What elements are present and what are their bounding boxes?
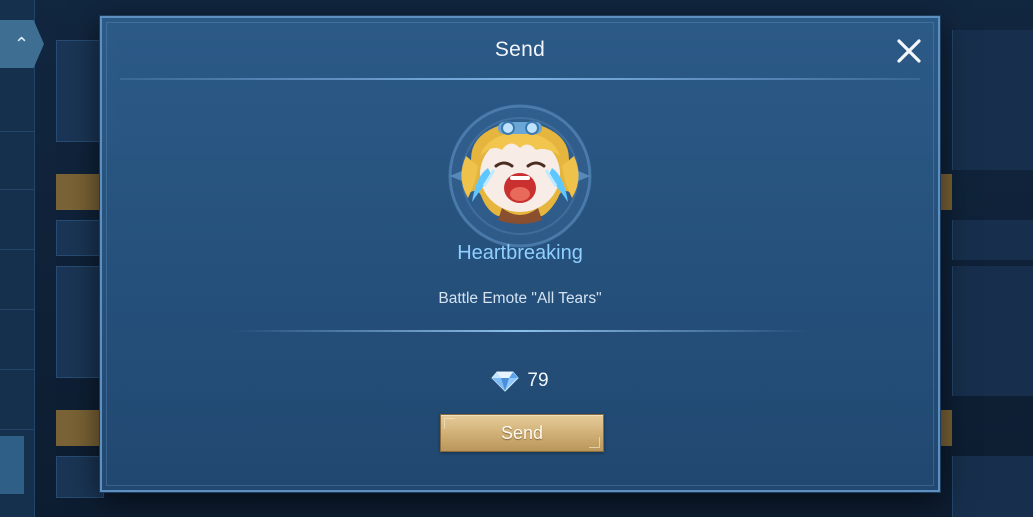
background-sidebar-tab: ⌃ (0, 20, 44, 68)
send-gift-dialog: Send Heartbreaking Battle Emote "All Tea… (100, 16, 940, 492)
background-card-price (940, 410, 952, 446)
background-card (56, 266, 104, 378)
background-card (952, 456, 1033, 517)
background-card (56, 456, 104, 498)
background-card-price (56, 410, 102, 446)
emote-crying-girl-icon (461, 121, 579, 224)
background-sidebar: ⌃ (0, 0, 44, 517)
background-sidebar-item (0, 254, 34, 310)
item-description: Battle Emote "All Tears" (438, 290, 602, 307)
content-divider (232, 330, 808, 332)
background-card (56, 220, 104, 256)
background-sidebar-item (0, 134, 34, 190)
price-row: 79 (102, 368, 938, 394)
close-icon (897, 39, 921, 63)
send-button[interactable]: Send (440, 414, 604, 452)
item-name: Heartbreaking (457, 242, 583, 264)
close-button[interactable] (894, 36, 924, 66)
background-card (952, 30, 1033, 170)
chevron-up-icon: ⌃ (14, 34, 30, 54)
background-card (952, 266, 1033, 396)
background-sidebar-item (0, 314, 34, 370)
background-sidebar-active (0, 436, 24, 494)
diamond-icon (491, 371, 520, 392)
game-screen: ⌃ Send Heartbreaking Battle Emote "All T… (0, 0, 1033, 517)
title-divider (120, 78, 920, 80)
background-sidebar-item (0, 194, 34, 250)
send-button-label: Send (500, 423, 544, 443)
background-card-price (56, 174, 102, 210)
price-value: 79 (527, 370, 549, 391)
background-card (952, 220, 1033, 260)
background-sidebar-item (0, 374, 34, 430)
button-corner-ornament (589, 437, 600, 448)
background-sidebar-item (0, 76, 34, 132)
button-corner-ornament (444, 418, 455, 429)
background-card-price (940, 174, 952, 210)
dialog-title: Send (494, 38, 546, 61)
